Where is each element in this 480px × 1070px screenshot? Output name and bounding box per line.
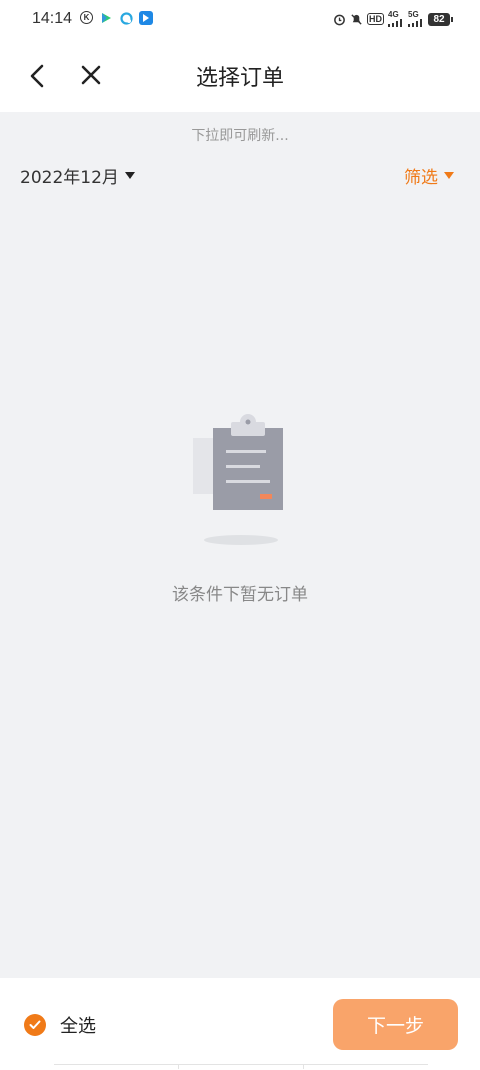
bottom-divider (54, 1064, 428, 1069)
alarm-icon (334, 14, 345, 25)
caret-down-icon (444, 172, 454, 179)
hd-icon: HD (367, 13, 384, 25)
select-all-checkbox[interactable]: 全选 (24, 1012, 96, 1038)
status-bar: 14:14 K HD 4G 5G 82 (0, 0, 480, 40)
caret-down-icon (124, 172, 135, 179)
battery-icon: 82 (428, 12, 453, 26)
notification-icons: K (80, 11, 153, 25)
filter-button[interactable]: 筛选 (404, 163, 454, 188)
pull-refresh-hint: 下拉即可刷新... (191, 128, 289, 144)
next-step-button[interactable]: 下一步 (333, 999, 458, 1050)
empty-state: 该条件下暂无订单 (0, 412, 480, 612)
play-icon (99, 11, 113, 25)
empty-clipboard-icon (193, 414, 283, 545)
month-picker[interactable]: 2022年12月 (20, 163, 135, 188)
footer-bar: 全选 下一步 (0, 978, 480, 1070)
status-time: 14:14 (32, 10, 73, 27)
map-icon (139, 11, 153, 25)
check-circle-icon (24, 1014, 46, 1036)
k-icon: K (80, 11, 93, 24)
navigation-bar: 选择订单 (0, 40, 480, 112)
signal-4g-icon: 4G (388, 11, 404, 27)
select-all-label: 全选 (60, 1016, 96, 1037)
network-label-1: 4G (388, 10, 399, 19)
signal-5g-icon: 5G (408, 11, 424, 27)
filter-label: 筛选 (404, 168, 438, 188)
system-icons: HD 4G 5G 82 (333, 11, 453, 27)
network-label-2: 5G (408, 10, 419, 19)
mute-icon (351, 13, 362, 25)
month-label: 2022年12月 (20, 168, 119, 188)
page-title: 选择订单 (195, 66, 284, 91)
empty-message: 该条件下暂无订单 (172, 585, 308, 605)
bird-icon (119, 11, 133, 25)
